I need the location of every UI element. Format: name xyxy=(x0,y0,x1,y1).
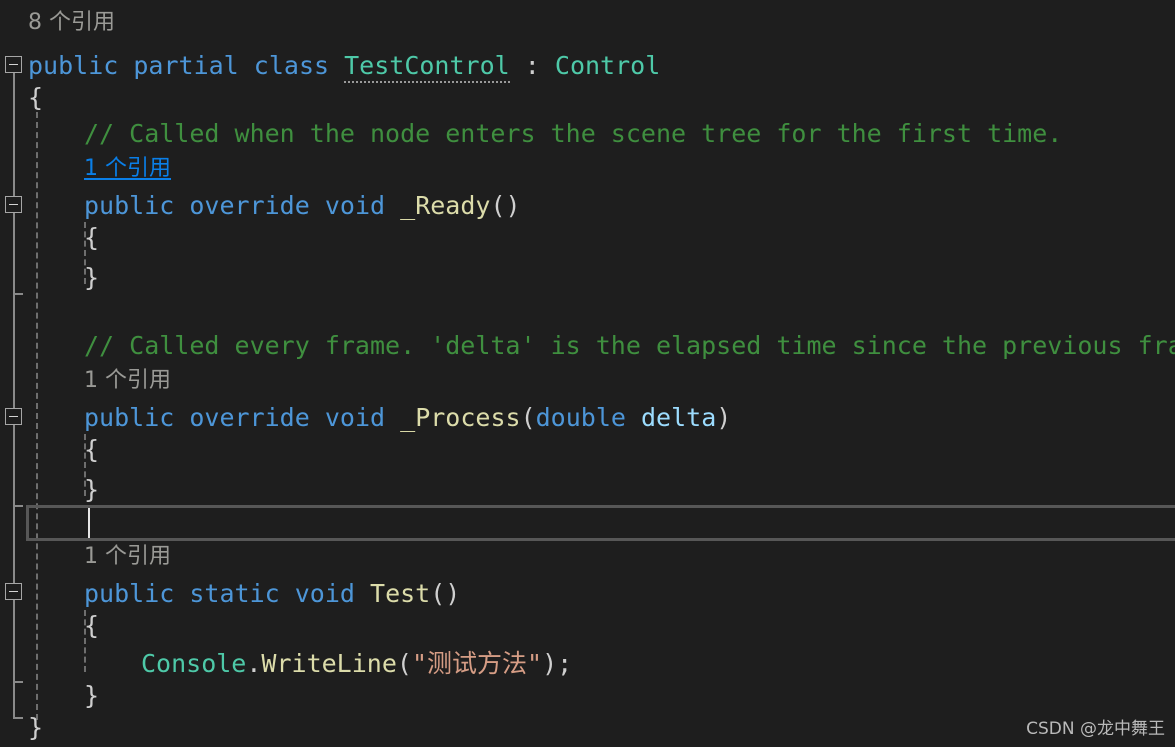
keyword-static: static xyxy=(189,579,280,608)
keyword-public: public xyxy=(84,191,175,220)
line-ready-signature[interactable]: public override void _Ready() xyxy=(84,186,521,226)
keyword-class: class xyxy=(253,51,330,80)
keyword-override: override xyxy=(189,191,310,220)
line-console-writeline[interactable]: Console.WriteLine("测试方法"); xyxy=(141,644,572,684)
line-class-declaration[interactable]: public partial class TestControl : Contr… xyxy=(28,46,660,86)
line-test-signature[interactable]: public static void Test() xyxy=(84,574,460,614)
code-editor[interactable]: 8 个引用 public partial class TestControl :… xyxy=(0,0,1175,747)
line-process-close-brace: } xyxy=(84,475,100,504)
codelens-process-references[interactable]: 1 个引用 xyxy=(84,364,171,398)
line-class-close-brace: } xyxy=(28,713,44,742)
method-name-test: Test xyxy=(370,579,431,608)
line-ready-close-brace: } xyxy=(84,263,100,292)
line-test-close-brace: } xyxy=(84,681,100,710)
keyword-public: public xyxy=(28,51,119,80)
current-line-highlight xyxy=(90,505,1175,541)
watermark-label: CSDN @龙中舞王 xyxy=(1026,719,1165,739)
string-literal: "测试方法" xyxy=(411,649,543,678)
line-process-open-brace: { xyxy=(84,435,100,464)
line-process-signature[interactable]: public override void _Process(double del… xyxy=(84,398,731,438)
console-open-paren: ( xyxy=(396,649,412,678)
param-name-delta: delta xyxy=(641,403,717,432)
line-comment-process: // Called every frame. 'delta' is the el… xyxy=(84,326,1175,366)
line-comment-ready: // Called when the node enters the scene… xyxy=(84,114,1062,154)
text-caret xyxy=(88,508,90,538)
keyword-public: public xyxy=(84,403,175,432)
process-open-paren: ( xyxy=(520,403,536,432)
comment-text-ready: // Called when the node enters the scene… xyxy=(84,119,1063,148)
console-close-paren-semicolon: ); xyxy=(542,649,573,678)
class-name-testcontrol[interactable]: TestControl xyxy=(344,51,510,83)
keyword-partial: partial xyxy=(133,51,239,80)
keyword-override: override xyxy=(189,403,310,432)
line-class-open-brace: { xyxy=(28,83,44,112)
line-ready-open-brace: { xyxy=(84,223,100,252)
keyword-void: void xyxy=(324,403,386,432)
method-name-ready: _Ready xyxy=(400,191,491,220)
codelens-ready-references[interactable]: 1 个引用 xyxy=(84,152,171,186)
inheritance-colon: : xyxy=(524,51,540,80)
base-type-control: Control xyxy=(554,51,661,80)
codelens-class-references[interactable]: 8 个引用 xyxy=(28,6,115,40)
process-close-paren: ) xyxy=(716,403,732,432)
ready-parens: () xyxy=(490,191,521,220)
param-type-double: double xyxy=(535,403,626,432)
method-name-writeline: WriteLine xyxy=(261,649,397,678)
codelens-test-references[interactable]: 1 个引用 xyxy=(84,540,171,574)
class-name-console: Console xyxy=(141,649,247,678)
keyword-void: void xyxy=(294,579,355,608)
keyword-public: public xyxy=(84,579,175,608)
current-line-highlight-gutter xyxy=(26,505,90,541)
method-name-process: _Process xyxy=(400,403,521,432)
member-access-dot: . xyxy=(246,649,262,678)
test-parens: () xyxy=(430,579,461,608)
code-text-layer[interactable]: 8 个引用 public partial class TestControl :… xyxy=(0,0,1175,747)
line-test-open-brace: { xyxy=(84,611,100,640)
comment-text-process: // Called every frame. 'delta' is the el… xyxy=(84,331,1175,360)
keyword-void: void xyxy=(324,191,386,220)
